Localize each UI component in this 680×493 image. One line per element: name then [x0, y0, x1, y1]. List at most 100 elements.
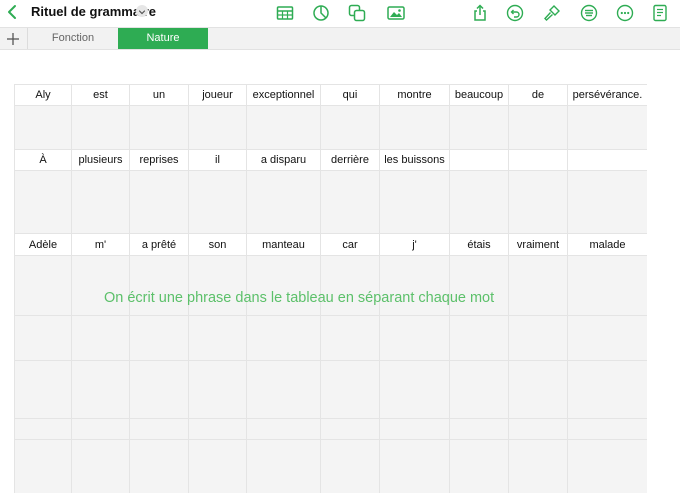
table-cell[interactable]: malade — [567, 233, 647, 255]
table-cell[interactable] — [71, 315, 129, 360]
table-cell[interactable] — [14, 255, 71, 315]
table-cell[interactable] — [71, 170, 129, 233]
table-cell[interactable] — [188, 105, 246, 149]
table-cell[interactable] — [567, 418, 647, 439]
table-cell[interactable]: m' — [71, 233, 129, 255]
table-cell[interactable] — [320, 170, 379, 233]
table-cell[interactable] — [129, 360, 188, 418]
table-cell[interactable] — [14, 439, 71, 493]
table-icon[interactable] — [275, 3, 295, 23]
tab-fonction[interactable]: Fonction — [28, 28, 118, 49]
table-cell[interactable] — [379, 360, 449, 418]
table-cell[interactable] — [449, 149, 508, 170]
format-brush-icon[interactable] — [542, 3, 562, 23]
tab-nature[interactable]: Nature — [118, 28, 208, 49]
table-cell[interactable] — [188, 170, 246, 233]
table-cell[interactable]: a prêté — [129, 233, 188, 255]
table-cell[interactable] — [567, 439, 647, 493]
table-cell[interactable] — [449, 170, 508, 233]
table-cell[interactable] — [320, 315, 379, 360]
table-cell[interactable]: joueur — [188, 84, 246, 105]
share-icon[interactable] — [470, 3, 490, 23]
table-cell[interactable] — [320, 105, 379, 149]
table-cell[interactable]: un — [129, 84, 188, 105]
table-cell[interactable] — [567, 149, 647, 170]
table-cell[interactable]: derrière — [320, 149, 379, 170]
table-cell[interactable]: car — [320, 233, 379, 255]
table-cell[interactable] — [14, 360, 71, 418]
document-icon[interactable] — [650, 3, 670, 23]
shapes-icon[interactable] — [347, 3, 367, 23]
table-cell[interactable]: vraiment — [508, 233, 567, 255]
table-cell[interactable] — [449, 360, 508, 418]
table-cell[interactable] — [320, 360, 379, 418]
back-chevron-icon[interactable] — [6, 3, 20, 21]
table-cell[interactable]: j' — [379, 233, 449, 255]
undo-icon[interactable] — [505, 3, 525, 23]
table-cell[interactable]: Adèle — [14, 233, 71, 255]
table-cell[interactable] — [14, 418, 71, 439]
table-cell[interactable] — [567, 315, 647, 360]
table-cell[interactable]: il — [188, 149, 246, 170]
table-cell[interactable]: exceptionnel — [246, 84, 320, 105]
table-cell[interactable] — [246, 360, 320, 418]
table-cell[interactable] — [379, 255, 449, 315]
table-cell[interactable] — [246, 170, 320, 233]
table-cell[interactable] — [379, 170, 449, 233]
table-cell[interactable] — [71, 439, 129, 493]
table-cell[interactable] — [129, 170, 188, 233]
table-cell[interactable] — [379, 105, 449, 149]
table-cell[interactable] — [508, 418, 567, 439]
table-cell[interactable] — [71, 255, 129, 315]
table-cell[interactable] — [188, 315, 246, 360]
table-cell[interactable] — [320, 439, 379, 493]
table-cell[interactable]: de — [508, 84, 567, 105]
table-cell[interactable] — [567, 360, 647, 418]
table-cell[interactable] — [379, 439, 449, 493]
table-cell[interactable] — [567, 170, 647, 233]
table-cell[interactable] — [379, 315, 449, 360]
table-cell[interactable] — [449, 105, 508, 149]
table-cell[interactable] — [129, 105, 188, 149]
table-cell[interactable] — [14, 315, 71, 360]
table-cell[interactable] — [246, 315, 320, 360]
table-cell[interactable] — [320, 255, 379, 315]
table-cell[interactable]: reprises — [129, 149, 188, 170]
table-cell[interactable]: qui — [320, 84, 379, 105]
table-cell[interactable]: beaucoup — [449, 84, 508, 105]
table-cell[interactable] — [508, 105, 567, 149]
table-cell[interactable] — [129, 418, 188, 439]
table-cell[interactable] — [14, 105, 71, 149]
table-cell[interactable] — [246, 105, 320, 149]
table-cell[interactable] — [508, 149, 567, 170]
table-cell[interactable] — [188, 360, 246, 418]
table-cell[interactable] — [129, 315, 188, 360]
table-cell[interactable]: étais — [449, 233, 508, 255]
table-cell[interactable] — [71, 418, 129, 439]
table-cell[interactable] — [449, 255, 508, 315]
media-icon[interactable] — [386, 3, 406, 23]
table-cell[interactable] — [508, 170, 567, 233]
table-cell[interactable] — [14, 170, 71, 233]
table-cell[interactable] — [188, 418, 246, 439]
table-cell[interactable] — [449, 418, 508, 439]
table-cell[interactable] — [508, 360, 567, 418]
table-cell[interactable]: Aly — [14, 84, 71, 105]
add-sheet-icon[interactable] — [4, 30, 22, 48]
table-cell[interactable] — [449, 315, 508, 360]
table-cell[interactable] — [129, 439, 188, 493]
table-cell[interactable] — [246, 255, 320, 315]
table-cell[interactable] — [71, 360, 129, 418]
table-cell[interactable] — [379, 418, 449, 439]
table-cell[interactable] — [188, 439, 246, 493]
table-cell[interactable] — [508, 315, 567, 360]
table-cell[interactable]: plusieurs — [71, 149, 129, 170]
chevron-down-icon[interactable] — [136, 5, 148, 17]
table-cell[interactable]: manteau — [246, 233, 320, 255]
table-cell[interactable] — [129, 255, 188, 315]
table-cell[interactable]: montre — [379, 84, 449, 105]
more-icon[interactable] — [615, 3, 635, 23]
table-cell[interactable]: les buissons — [379, 149, 449, 170]
text-format-icon[interactable] — [579, 3, 599, 23]
table-cell[interactable] — [320, 418, 379, 439]
